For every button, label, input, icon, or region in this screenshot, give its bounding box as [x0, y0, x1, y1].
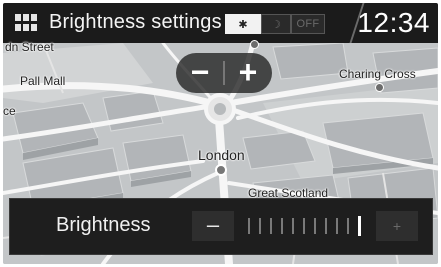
zoom-in-button[interactable]: + [228, 53, 268, 93]
brightness-tick [292, 218, 294, 234]
zoom-divider [223, 61, 225, 85]
charing-cross-marker[interactable] [375, 83, 384, 92]
brightness-tick [336, 218, 338, 234]
clock: 12:34 [357, 7, 430, 38]
brightness-tick [259, 218, 261, 234]
brightness-tick [281, 218, 283, 234]
brightness-increase-button[interactable]: + [376, 211, 418, 241]
off-label: OFF [296, 18, 320, 30]
map-label-street-fragment: dn Street [5, 40, 54, 54]
display-off-button[interactable]: OFF [291, 14, 325, 34]
grid-menu-icon[interactable] [15, 14, 38, 31]
brightness-label: Brightness [56, 214, 151, 236]
poi-marker[interactable] [250, 40, 259, 49]
brightness-tick [314, 218, 316, 234]
page-title: Brightness settings [49, 11, 222, 33]
sun-icon: ✱ [238, 18, 248, 31]
day-mode-button[interactable]: ✱ [225, 14, 261, 34]
zoom-control: − + [176, 53, 272, 93]
brightness-panel: Brightness – + [9, 198, 433, 255]
moon-icon: ☽ [271, 18, 281, 31]
zoom-out-button[interactable]: − [180, 53, 220, 93]
brightness-tick [347, 218, 349, 234]
map-label-london: London [198, 147, 245, 163]
london-marker[interactable] [215, 164, 227, 176]
brightness-tick [270, 218, 272, 234]
brightness-decrease-button[interactable]: – [192, 211, 234, 241]
night-mode-button[interactable]: ☽ [261, 14, 291, 34]
map-label-charing-cross: Charing Cross [339, 67, 416, 81]
header-bar: Brightness settings ✱ ☽ OFF 12:34 [3, 3, 438, 43]
brightness-slider-thumb [358, 216, 361, 236]
display-mode-selector: ✱ ☽ OFF [225, 14, 325, 34]
map-label-fragment-left: ce [3, 104, 16, 118]
navigation-screen: Brightness settings ✱ ☽ OFF 12:34 dn Str… [3, 3, 438, 264]
map-label-pall-mall: Pall Mall [20, 74, 66, 88]
brightness-tick [248, 218, 250, 234]
brightness-tick [303, 218, 305, 234]
brightness-tick [325, 218, 327, 234]
brightness-slider[interactable] [246, 213, 370, 239]
